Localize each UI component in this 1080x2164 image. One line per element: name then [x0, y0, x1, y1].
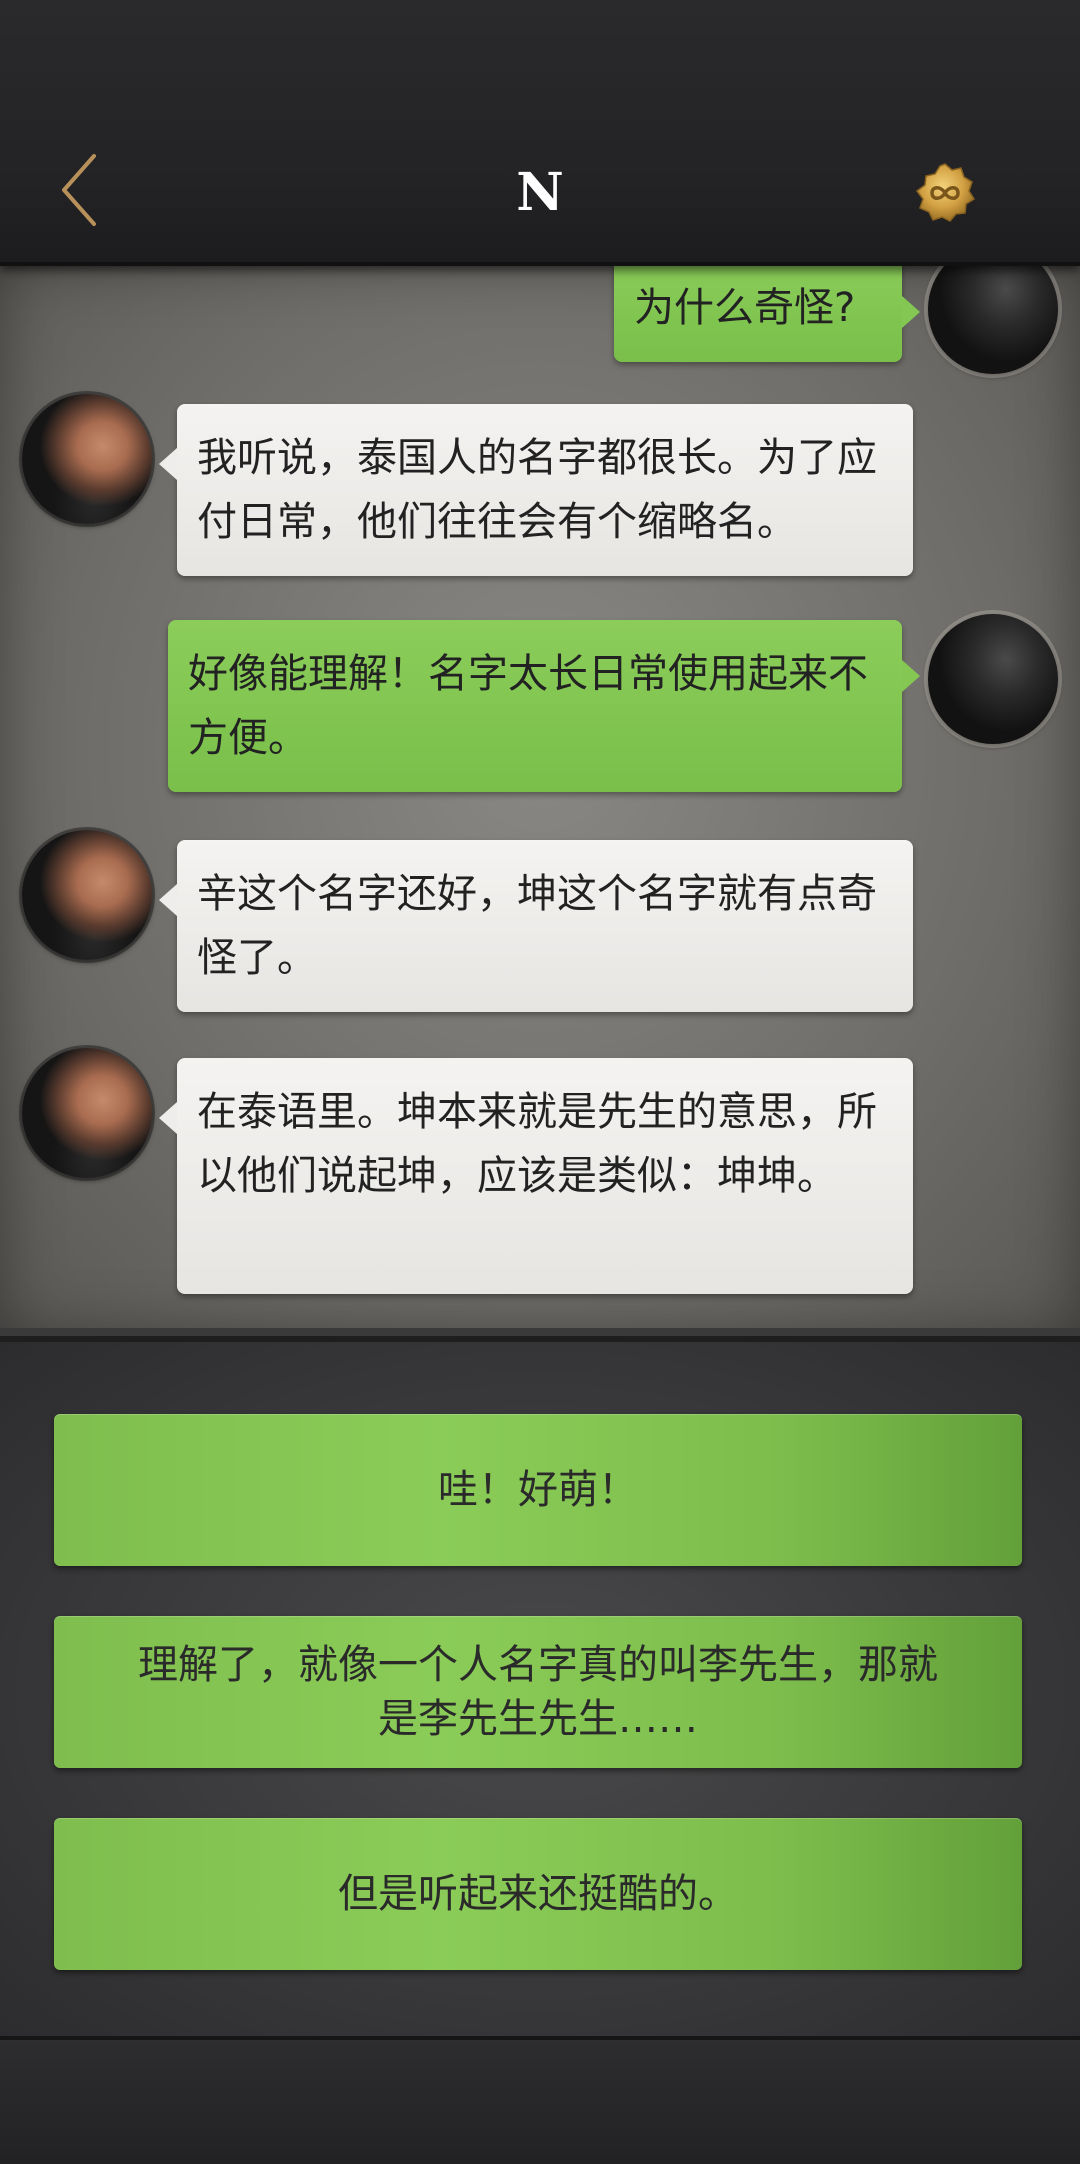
chat-area[interactable]: 为什么奇怪? 我听说，泰国人的名字都很长。为了应付日常，他们往往会有个缩略名。 … — [0, 262, 1080, 1336]
bottom-bar — [0, 2036, 1080, 2164]
header-bar: N — [0, 0, 1080, 266]
npc-avatar[interactable] — [22, 394, 152, 524]
user-message-bubble: 为什么奇怪? — [614, 262, 920, 362]
npc-avatar[interactable] — [22, 830, 152, 960]
npc-message-bubble: 我听说，泰国人的名字都很长。为了应付日常，他们往往会有个缩略名。 — [159, 404, 913, 576]
infinity-coin-icon — [915, 163, 976, 222]
user-message-bubble: 好像能理解！名字太长日常使用起来不方便。 — [168, 620, 920, 792]
user-avatar[interactable] — [928, 262, 1058, 374]
npc-message-bubble: 辛这个名字还好，坤这个名字就有点奇怪了。 — [159, 840, 913, 1012]
user-avatar[interactable] — [928, 614, 1058, 744]
reply-option-button[interactable]: 理解了，就像一个人名字真的叫李先生，那就是李先生先生…… — [54, 1616, 1022, 1768]
reply-option-button[interactable]: 但是听起来还挺酷的。 — [54, 1818, 1022, 1970]
npc-avatar[interactable] — [22, 1048, 152, 1178]
reply-option-button[interactable]: 哇！好萌！ — [54, 1414, 1022, 1566]
npc-message-bubble: 在泰语里。坤本来就是先生的意思，所以他们说起坤，应该是类似：坤坤。 — [159, 1058, 913, 1294]
coin-button[interactable] — [914, 162, 976, 224]
reply-options-panel: 哇！好萌！ 理解了，就像一个人名字真的叫李先生，那就是李先生先生…… 但是听起来… — [0, 1336, 1080, 2042]
